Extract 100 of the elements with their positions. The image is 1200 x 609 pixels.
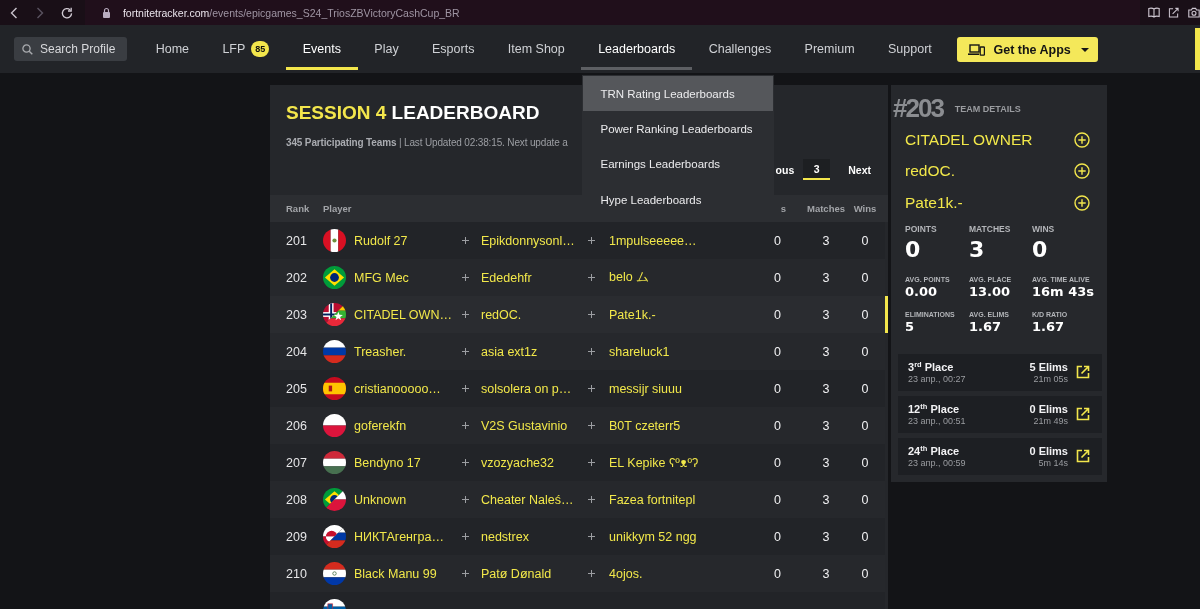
player-link[interactable]: 4ojos.	[609, 566, 643, 581]
flag-icon	[323, 488, 346, 511]
nav-tab[interactable]: Esports	[415, 25, 492, 70]
player-link[interactable]: Fazea fortnitepl	[609, 492, 696, 507]
flag-icon	[323, 266, 346, 289]
match-duration: 5m 14s	[1038, 457, 1068, 469]
square-arrow-icon[interactable]	[1168, 7, 1181, 18]
placement-text: 12$^{th}$ Place	[908, 401, 960, 416]
nav-tab[interactable]: Events	[286, 25, 358, 70]
elims-count: 0 Elims	[1029, 443, 1068, 458]
nav-tab[interactable]: Support	[871, 25, 949, 70]
plus-circle-icon[interactable]	[1074, 131, 1090, 148]
plus-circle-icon[interactable]	[1074, 194, 1090, 211]
plus-icon	[462, 459, 469, 466]
nav-tab[interactable]: LFP 85	[205, 25, 287, 70]
player-link[interactable]: asia ext1z	[481, 344, 538, 359]
page-link[interactable]: 3	[803, 159, 831, 180]
rank-number: 205	[286, 381, 307, 396]
nav-tab[interactable]: Item Shop	[491, 25, 582, 70]
menu-item[interactable]: Hype Leaderboards	[583, 181, 774, 218]
nav-tab[interactable]: Home	[139, 25, 206, 70]
player-link[interactable]: goferekfn	[354, 418, 407, 433]
player-link[interactable]: Treasher.	[354, 344, 407, 359]
player-link[interactable]: CITADEL OWN…	[354, 307, 452, 322]
address-field[interactable]: fortnitetracker.com/events/epicgames_S24_TriosZBVictoryCashCup_BR	[84, 0, 1141, 25]
player-link[interactable]: Pate1k.-	[609, 307, 656, 322]
player-link[interactable]: MFG Mec	[354, 270, 409, 285]
match-time: 23 апр., 00:59	[908, 457, 966, 469]
menu-item[interactable]: Power Ranking Leaderboards	[583, 111, 774, 147]
points-value: 0	[774, 418, 781, 433]
devices-icon	[968, 43, 986, 56]
wins-value: 0	[861, 455, 869, 470]
player-link[interactable]: belo ム	[609, 269, 650, 286]
wins-value: 0	[861, 307, 869, 322]
flag-icon	[323, 414, 346, 437]
player-link[interactable]: 1mpulseeeee…	[609, 233, 697, 248]
stat-label: POINTS	[905, 223, 937, 235]
player-link[interactable]: Epikdonnysonl…	[481, 233, 575, 248]
matches-value: 3	[822, 418, 830, 433]
wins-value: 0	[861, 344, 869, 359]
player-link[interactable]: V2S Gustavinio	[481, 418, 568, 433]
menu-item[interactable]: TRN Rating Leaderboards	[583, 76, 774, 112]
search-field[interactable]: Search Profile	[14, 37, 127, 61]
menu-item[interactable]: Earnings Leaderboards	[583, 146, 774, 182]
search-icon	[22, 43, 33, 55]
reload-icon[interactable]	[60, 6, 73, 19]
stat-label: WINS	[1032, 223, 1055, 235]
plus-circle-icon[interactable]	[1074, 163, 1090, 180]
player-link[interactable]: Rudolf 27	[354, 233, 408, 248]
flag-icon	[323, 340, 346, 363]
player-link[interactable]: CITADEL OWNER	[905, 130, 1033, 149]
points-value: 0	[774, 492, 781, 507]
placement-text: 24$^{th}$ Place	[908, 443, 960, 458]
back-icon[interactable]	[10, 6, 18, 19]
get-apps-button[interactable]: Get the Apps	[957, 37, 1098, 62]
matches-value: 3	[822, 381, 830, 396]
matches-value: 3	[822, 455, 830, 470]
player-link[interactable]: Cheater Naleś…	[481, 492, 574, 507]
nav-tab[interactable]: Play	[357, 25, 416, 70]
player-link[interactable]: solsolera on p…	[481, 381, 572, 396]
book-icon[interactable]	[1148, 7, 1161, 18]
column-header: Rank	[286, 203, 310, 214]
external-link-icon[interactable]	[1075, 406, 1091, 422]
player-link[interactable]: redOC.	[481, 307, 522, 322]
matches-value: 3	[822, 270, 830, 285]
page-link[interactable]: ous	[775, 159, 795, 180]
nav-tab[interactable]: Challenges	[692, 25, 788, 70]
camera-icon[interactable]	[1188, 7, 1200, 18]
player-link[interactable]: EL Kepike ʕºᴥºʔ	[609, 455, 699, 470]
nav-tab[interactable]: Premium	[787, 25, 872, 70]
player-link[interactable]: cristianooooo…	[354, 381, 441, 396]
points-value: 0	[774, 307, 781, 322]
plus-icon	[462, 237, 469, 244]
wins-value: 0	[861, 270, 869, 285]
player-link[interactable]: unikkym 52 ngg	[609, 529, 697, 544]
elims-count: 5 Elims	[1029, 359, 1068, 374]
player-link[interactable]: shareluck1	[609, 344, 670, 359]
match-time: 23 апр., 00:51	[908, 415, 966, 427]
player-link[interactable]: redOC.	[905, 162, 955, 181]
page-link[interactable]: Next	[848, 159, 871, 180]
player-link[interactable]: vzozyache32	[481, 455, 554, 470]
player-link[interactable]: Bendyno 17	[354, 455, 421, 470]
rank-number: 204	[286, 344, 307, 359]
plus-icon	[588, 237, 595, 244]
rank-number: 203	[286, 307, 307, 322]
player-link[interactable]: Patø Dønald	[481, 566, 552, 581]
external-link-icon[interactable]	[1075, 364, 1091, 380]
table-row[interactable]: 203 CITADEL OWN… redOC. Pate1k.- 0 3 0	[270, 296, 888, 333]
player-link[interactable]: Ededehfr	[481, 270, 532, 285]
player-link[interactable]: nedstrex	[481, 529, 529, 544]
player-link[interactable]: messijr siuuu	[609, 381, 682, 396]
player-link[interactable]: Pate1k.-	[905, 193, 963, 212]
player-link[interactable]: Unknown	[354, 492, 407, 507]
player-link[interactable]: Black Manu 99	[354, 566, 437, 581]
points-value: 0	[774, 455, 781, 470]
external-link-icon[interactable]	[1075, 448, 1091, 464]
player-link[interactable]: НИКТАгенгра…	[354, 529, 444, 544]
player-link[interactable]: B0T czeterr5	[609, 418, 681, 433]
nav-tab[interactable]: Leaderboards	[581, 25, 692, 70]
rank-number: 210	[286, 566, 307, 581]
